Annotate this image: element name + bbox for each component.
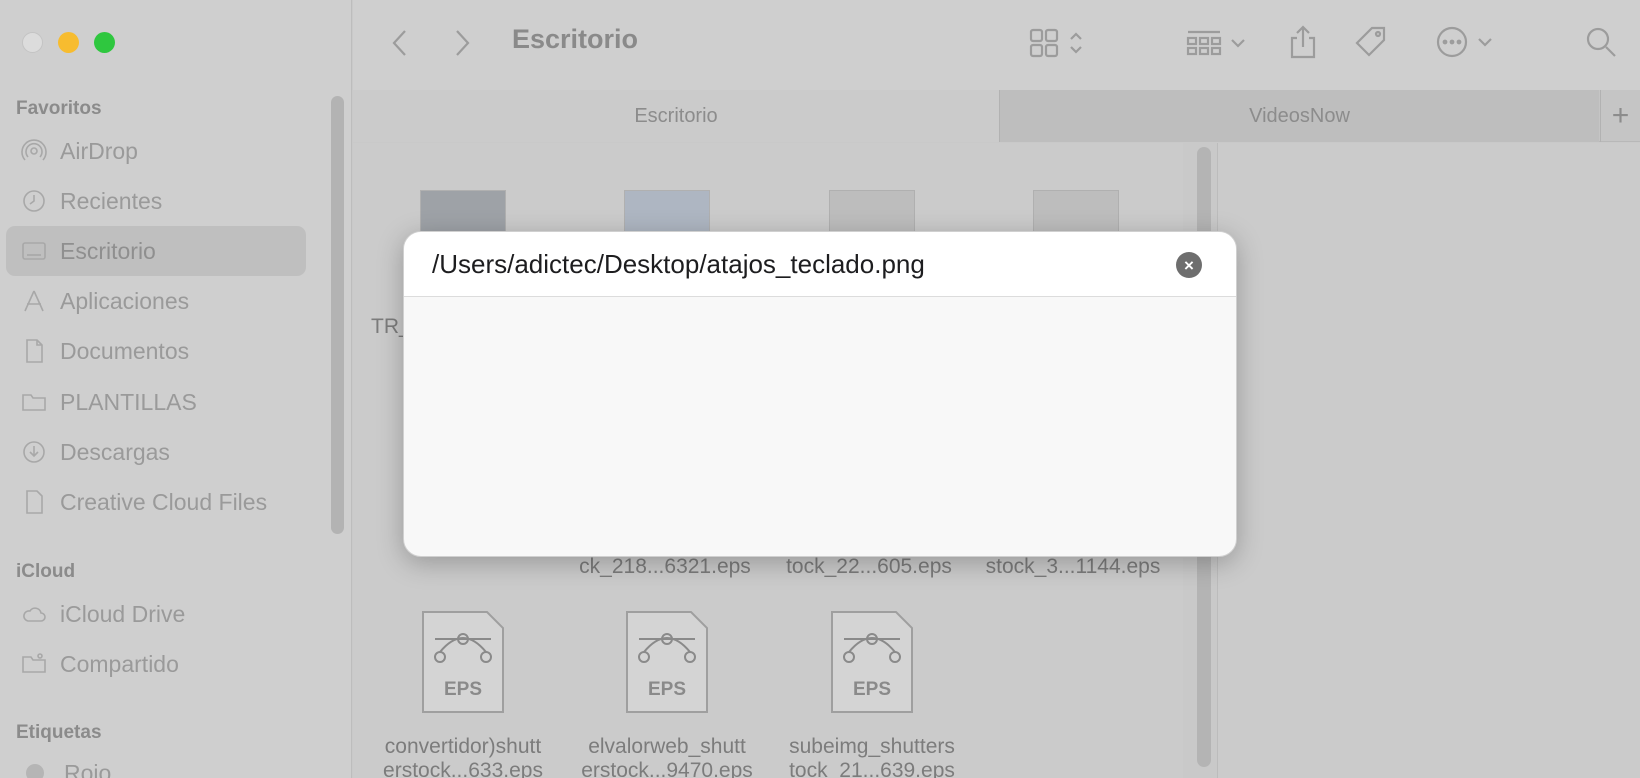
group-button[interactable] [1181,26,1251,60]
dialog-header: × [404,232,1236,297]
toolbar: Escritorio [353,0,1640,90]
file-name[interactable]: ck_218...6321.eps [555,555,775,579]
file-name-line: tock_21...639.eps [789,759,955,778]
airdrop-icon [20,137,48,165]
eps-badge: EPS [853,679,891,700]
file-name-line: convertidor)shutt [384,735,542,758]
download-icon [20,438,48,466]
sidebar-item-plantillas[interactable]: PLANTILLAS [6,377,306,427]
tab-bar: Escritorio VideosNow + [353,90,1640,142]
file-name[interactable]: subeimg_shutters tock_21...639.eps [762,735,982,778]
sidebar-item-label: Documentos [60,337,190,364]
sidebar-item-label: Escritorio [60,237,156,264]
sidebar-item-label: Rojo [64,759,112,778]
window-title: Escritorio [512,24,639,54]
desktop-icon [20,237,48,265]
folder-icon [20,388,48,416]
clear-icon[interactable]: × [1176,252,1202,278]
sidebar-item-label: Aplicaciones [60,287,190,314]
sidebar-item-label: Compartido [60,650,179,677]
applications-icon [20,287,48,315]
tag-icon [1355,26,1386,57]
file-name-line: elvalorweb_shutt [588,735,746,758]
grid-view-icon [1029,28,1059,58]
sidebar-item-label: Creative Cloud Files [60,488,268,515]
chevron-down-icon [1231,39,1245,48]
new-tab-button[interactable]: + [1600,90,1640,142]
sidebar-item-recientes[interactable]: Recientes [6,176,306,226]
tag-dot-icon [26,764,44,778]
sidebar-item-aplicaciones[interactable]: Aplicaciones [6,276,306,326]
sidebar-item-airdrop[interactable]: AirDrop [6,126,306,176]
shared-folder-icon [20,650,48,678]
sidebar-item-compartido[interactable]: Compartido [6,639,306,689]
sidebar-item-documentos[interactable]: Documentos [6,326,306,376]
search-button[interactable] [1583,24,1619,60]
file-name-line: erstock...633.eps [383,759,543,778]
sidebar-item-label: PLANTILLAS [60,388,197,415]
forward-button[interactable] [449,26,477,60]
path-input[interactable] [432,246,1152,282]
sidebar-item-label: AirDrop [60,137,138,164]
search-icon [1586,27,1616,57]
share-icon [1290,25,1316,59]
sidebar-scrollbar[interactable] [331,96,344,534]
tags-heading: Etiquetas [16,722,102,743]
sidebar-item-label: Descargas [60,438,170,465]
cloud-icon [20,600,48,628]
maximize-window-button[interactable] [94,32,115,53]
sidebar-item-label: iCloud Drive [60,600,186,627]
sidebar-item-creative-cloud[interactable]: Creative Cloud Files [6,477,306,527]
icloud-heading: iCloud [16,561,76,582]
document-icon [20,337,48,365]
eps-badge: EPS [648,679,686,700]
file-icon [20,488,48,516]
back-button[interactable] [385,26,413,60]
sidebar-item-descargas[interactable]: Descargas [6,427,306,477]
chevron-down-icon [1478,38,1492,47]
file-name[interactable]: elvalorweb_shutt erstock...9470.eps [557,735,777,778]
tab-videosnow[interactable]: VideosNow [999,90,1599,142]
file-name[interactable]: stock_3...1144.eps [963,555,1183,579]
close-window-button[interactable] [22,32,43,53]
eps-file-icon[interactable]: EPS [624,609,710,715]
tab-escritorio[interactable]: Escritorio [353,90,999,142]
eps-badge: EPS [444,679,482,700]
sidebar-item-escritorio[interactable]: Escritorio [6,226,306,276]
clock-icon [20,187,48,215]
sidebar-item-icloud-drive[interactable]: iCloud Drive [6,589,306,639]
sidebar: Favoritos AirDrop Recientes Escritorio A… [0,0,352,778]
file-name[interactable]: tock_22...605.eps [759,555,979,579]
eps-file-icon[interactable]: EPS [829,609,915,715]
chevron-updown-icon [1070,32,1082,54]
go-to-folder-dialog: × [403,231,1237,557]
view-mode-button[interactable] [1023,26,1091,60]
file-name-line: subeimg_shutters [789,735,955,758]
chevron-left-icon [392,30,406,56]
more-actions-button[interactable] [1429,24,1499,60]
favorites-heading: Favoritos [16,98,102,119]
group-grid-icon [1186,30,1222,56]
sidebar-item-tag-rojo[interactable]: Rojo [6,748,306,778]
share-button[interactable] [1283,22,1323,62]
file-name-line: erstock...9470.eps [581,759,753,778]
tag-button[interactable] [1351,22,1391,62]
ellipsis-circle-icon [1436,26,1468,58]
window-controls [22,32,115,53]
eps-file-icon[interactable]: EPS [420,609,506,715]
sidebar-item-label: Recientes [60,187,163,214]
file-name[interactable]: convertidor)shutt erstock...633.eps [353,735,573,778]
preview-pane [1217,143,1640,778]
chevron-right-icon [456,30,470,56]
minimize-window-button[interactable] [58,32,79,53]
